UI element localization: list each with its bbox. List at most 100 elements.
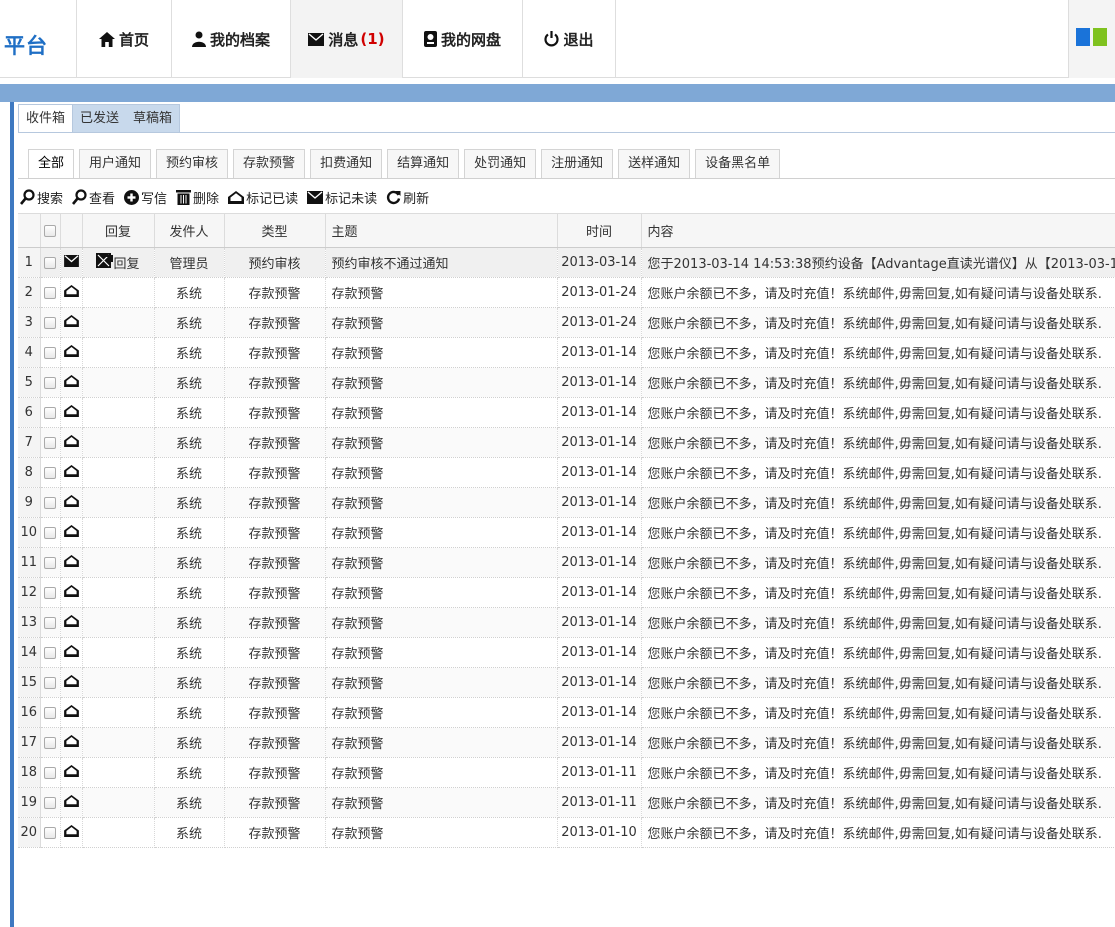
- table-row[interactable]: 2 系统 存款预警 存款预警 2013-01-24 您账户余额已不多，请及时充值！系统邮件…: [18, 277, 1115, 308]
- table-row[interactable]: 14 系统 存款预警 存款预警 2013-01-14 您账户余额已不多，请及时充值！系统邮…: [18, 637, 1115, 668]
- row-content[interactable]: 您账户余额已不多，请及时充值！系统邮件,毋需回复,如有疑问请与设备处联系.: [641, 787, 1115, 818]
- nav-profile[interactable]: 我的档案: [171, 0, 290, 78]
- table-row[interactable]: 15 系统 存款预警 存款预警 2013-01-14 您账户余额已不多，请及时充值！系统邮…: [18, 667, 1115, 698]
- refresh-button[interactable]: 刷新: [386, 188, 429, 207]
- tab-drafts[interactable]: 草稿箱: [126, 105, 179, 132]
- row-content[interactable]: 您账户余额已不多，请及时充值！系统邮件,毋需回复,如有疑问请与设备处联系.: [641, 577, 1115, 608]
- nav-netdisk[interactable]: 我的网盘: [402, 0, 522, 78]
- row-subject[interactable]: 存款预警: [325, 337, 558, 368]
- row-content[interactable]: 您账户余额已不多，请及时充值！系统邮件,毋需回复,如有疑问请与设备处联系.: [641, 517, 1115, 548]
- nav-logout[interactable]: 退出: [522, 0, 616, 78]
- nav-home[interactable]: 首页: [76, 0, 171, 78]
- table-row[interactable]: 6 系统 存款预警 存款预警 2013-01-14 您账户余额已不多，请及时充值！系统邮件…: [18, 397, 1115, 428]
- row-checkbox[interactable]: [44, 316, 56, 329]
- row-subject[interactable]: 存款预警: [325, 697, 558, 728]
- tab-sent[interactable]: 已发送: [73, 105, 126, 132]
- table-row[interactable]: 7 系统 存款预警 存款预警 2013-01-14 您账户余额已不多，请及时充值！系统邮件…: [18, 427, 1115, 458]
- row-content[interactable]: 您账户余额已不多，请及时充值！系统邮件,毋需回复,如有疑问请与设备处联系.: [641, 457, 1115, 488]
- row-content[interactable]: 您账户余额已不多，请及时充值！系统邮件,毋需回复,如有疑问请与设备处联系.: [641, 697, 1115, 728]
- mark-read-button[interactable]: 标记已读: [228, 188, 298, 207]
- row-subject[interactable]: 存款预警: [325, 577, 558, 608]
- row-content[interactable]: 您账户余额已不多，请及时充值！系统邮件,毋需回复,如有疑问请与设备处联系.: [641, 727, 1115, 758]
- tab-settlement-notice[interactable]: 结算通知: [387, 149, 460, 178]
- row-content[interactable]: 您账户余额已不多，请及时充值！系统邮件,毋需回复,如有疑问请与设备处联系.: [641, 367, 1115, 398]
- select-all-checkbox[interactable]: [44, 224, 56, 237]
- nav-messages[interactable]: 消息 (1): [290, 0, 402, 78]
- write-button[interactable]: 写信: [124, 188, 167, 207]
- row-checkbox[interactable]: [44, 646, 56, 659]
- table-row[interactable]: 17 系统 存款预警 存款预警 2013-01-14 您账户余额已不多，请及时充值！系统邮…: [18, 727, 1115, 758]
- row-content[interactable]: 您账户余额已不多，请及时充值！系统邮件,毋需回复,如有疑问请与设备处联系.: [641, 277, 1115, 308]
- table-row[interactable]: 5 系统 存款预警 存款预警 2013-01-14 您账户余额已不多，请及时充值！系统邮件…: [18, 367, 1115, 398]
- tab-charge-notice[interactable]: 扣费通知: [310, 149, 383, 178]
- row-checkbox[interactable]: [44, 406, 56, 419]
- table-row[interactable]: 1 回复 管理员 预约审核 预约审核不通过通知 2013-03-14 您于2013-03-1…: [18, 247, 1115, 278]
- row-checkbox[interactable]: [44, 676, 56, 689]
- delete-button[interactable]: 删除: [176, 188, 219, 207]
- row-content[interactable]: 您账户余额已不多，请及时充值！系统邮件,毋需回复,如有疑问请与设备处联系.: [641, 667, 1115, 698]
- row-subject[interactable]: 存款预警: [325, 427, 558, 458]
- reply-column-header[interactable]: 回复: [82, 213, 155, 248]
- row-checkbox[interactable]: [44, 466, 56, 479]
- row-subject[interactable]: 预约审核不通过通知: [325, 247, 558, 278]
- row-content[interactable]: 您账户余额已不多，请及时充值！系统邮件,毋需回复,如有疑问请与设备处联系.: [641, 547, 1115, 578]
- search-button[interactable]: 搜索: [20, 188, 63, 207]
- row-content[interactable]: 您账户余额已不多，请及时充值！系统邮件,毋需回复,如有疑问请与设备处联系.: [641, 607, 1115, 638]
- tab-all[interactable]: 全部: [28, 149, 75, 178]
- row-checkbox[interactable]: [44, 736, 56, 749]
- row-content[interactable]: 您于2013-03-14 14:53:38预约设备【Advantage直读光谱仪…: [641, 247, 1115, 278]
- row-content[interactable]: 您账户余额已不多，请及时充值！系统邮件,毋需回复,如有疑问请与设备处联系.: [641, 487, 1115, 518]
- table-row[interactable]: 8 系统 存款预警 存款预警 2013-01-14 您账户余额已不多，请及时充值！系统邮件…: [18, 457, 1115, 488]
- table-row[interactable]: 3 系统 存款预警 存款预警 2013-01-24 您账户余额已不多，请及时充值！系统邮件…: [18, 307, 1115, 338]
- row-checkbox[interactable]: [44, 706, 56, 719]
- tab-registration-notice[interactable]: 注册通知: [541, 149, 614, 178]
- row-subject[interactable]: 存款预警: [325, 667, 558, 698]
- row-subject[interactable]: 存款预警: [325, 367, 558, 398]
- row-checkbox[interactable]: [44, 376, 56, 389]
- mark-unread-button[interactable]: 标记未读: [307, 188, 377, 207]
- row-content[interactable]: 您账户余额已不多，请及时充值！系统邮件,毋需回复,如有疑问请与设备处联系.: [641, 397, 1115, 428]
- row-checkbox[interactable]: [44, 346, 56, 359]
- tab-inbox[interactable]: 收件箱: [19, 105, 74, 132]
- row-checkbox[interactable]: [44, 286, 56, 299]
- row-content[interactable]: 您账户余额已不多，请及时充值！系统邮件,毋需回复,如有疑问请与设备处联系.: [641, 637, 1115, 668]
- table-row[interactable]: 18 系统 存款预警 存款预警 2013-01-11 您账户余额已不多，请及时充值！系统邮…: [18, 757, 1115, 788]
- row-subject[interactable]: 存款预警: [325, 727, 558, 758]
- table-row[interactable]: 11 系统 存款预警 存款预警 2013-01-14 您账户余额已不多，请及时充值！系统邮…: [18, 547, 1115, 578]
- row-subject[interactable]: 存款预警: [325, 637, 558, 668]
- row-checkbox[interactable]: [44, 256, 56, 269]
- tab-user-notice[interactable]: 用户通知: [79, 149, 152, 178]
- row-subject[interactable]: 存款预警: [325, 607, 558, 638]
- row-content[interactable]: 您账户余额已不多，请及时充值！系统邮件,毋需回复,如有疑问请与设备处联系.: [641, 307, 1115, 338]
- table-row[interactable]: 19 系统 存款预警 存款预警 2013-01-11 您账户余额已不多，请及时充值！系统邮…: [18, 787, 1115, 818]
- sender-column-header[interactable]: 发件人: [154, 213, 225, 248]
- table-row[interactable]: 4 系统 存款预警 存款预警 2013-01-14 您账户余额已不多，请及时充值！系统邮件…: [18, 337, 1115, 368]
- view-button[interactable]: 查看: [72, 188, 115, 207]
- table-row[interactable]: 12 系统 存款预警 存款预警 2013-01-14 您账户余额已不多，请及时充值！系统邮…: [18, 577, 1115, 608]
- tab-device-blacklist[interactable]: 设备黑名单: [695, 149, 781, 178]
- table-row[interactable]: 16 系统 存款预警 存款预警 2013-01-14 您账户余额已不多，请及时充值！系统邮…: [18, 697, 1115, 728]
- table-row[interactable]: 9 系统 存款预警 存款预警 2013-01-14 您账户余额已不多，请及时充值！系统邮件…: [18, 487, 1115, 518]
- content-column-header[interactable]: 内容: [641, 213, 1115, 248]
- row-subject[interactable]: 存款预警: [325, 757, 558, 788]
- row-checkbox[interactable]: [44, 586, 56, 599]
- type-column-header[interactable]: 类型: [224, 213, 326, 248]
- row-subject[interactable]: 存款预警: [325, 277, 558, 308]
- time-column-header[interactable]: 时间: [557, 213, 642, 248]
- tab-deposit-alert[interactable]: 存款预警: [233, 149, 306, 178]
- reply-link[interactable]: 回复: [96, 253, 140, 272]
- row-checkbox[interactable]: [44, 556, 56, 569]
- row-checkbox[interactable]: [44, 766, 56, 779]
- row-checkbox[interactable]: [44, 796, 56, 809]
- tab-booking-review[interactable]: 预约审核: [156, 149, 229, 178]
- row-subject[interactable]: 存款预警: [325, 547, 558, 578]
- row-subject[interactable]: 存款预警: [325, 487, 558, 518]
- row-content[interactable]: 您账户余额已不多，请及时充值！系统邮件,毋需回复,如有疑问请与设备处联系.: [641, 427, 1115, 458]
- row-content[interactable]: 您账户余额已不多，请及时充值！系统邮件,毋需回复,如有疑问请与设备处联系.: [641, 337, 1115, 368]
- row-content[interactable]: 您账户余额已不多，请及时充值！系统邮件,毋需回复,如有疑问请与设备处联系.: [641, 817, 1115, 848]
- tab-sample-notice[interactable]: 送样通知: [618, 149, 691, 178]
- row-checkbox[interactable]: [44, 436, 56, 449]
- tab-penalty-notice[interactable]: 处罚通知: [464, 149, 537, 178]
- row-checkbox[interactable]: [44, 526, 56, 539]
- row-checkbox[interactable]: [44, 496, 56, 509]
